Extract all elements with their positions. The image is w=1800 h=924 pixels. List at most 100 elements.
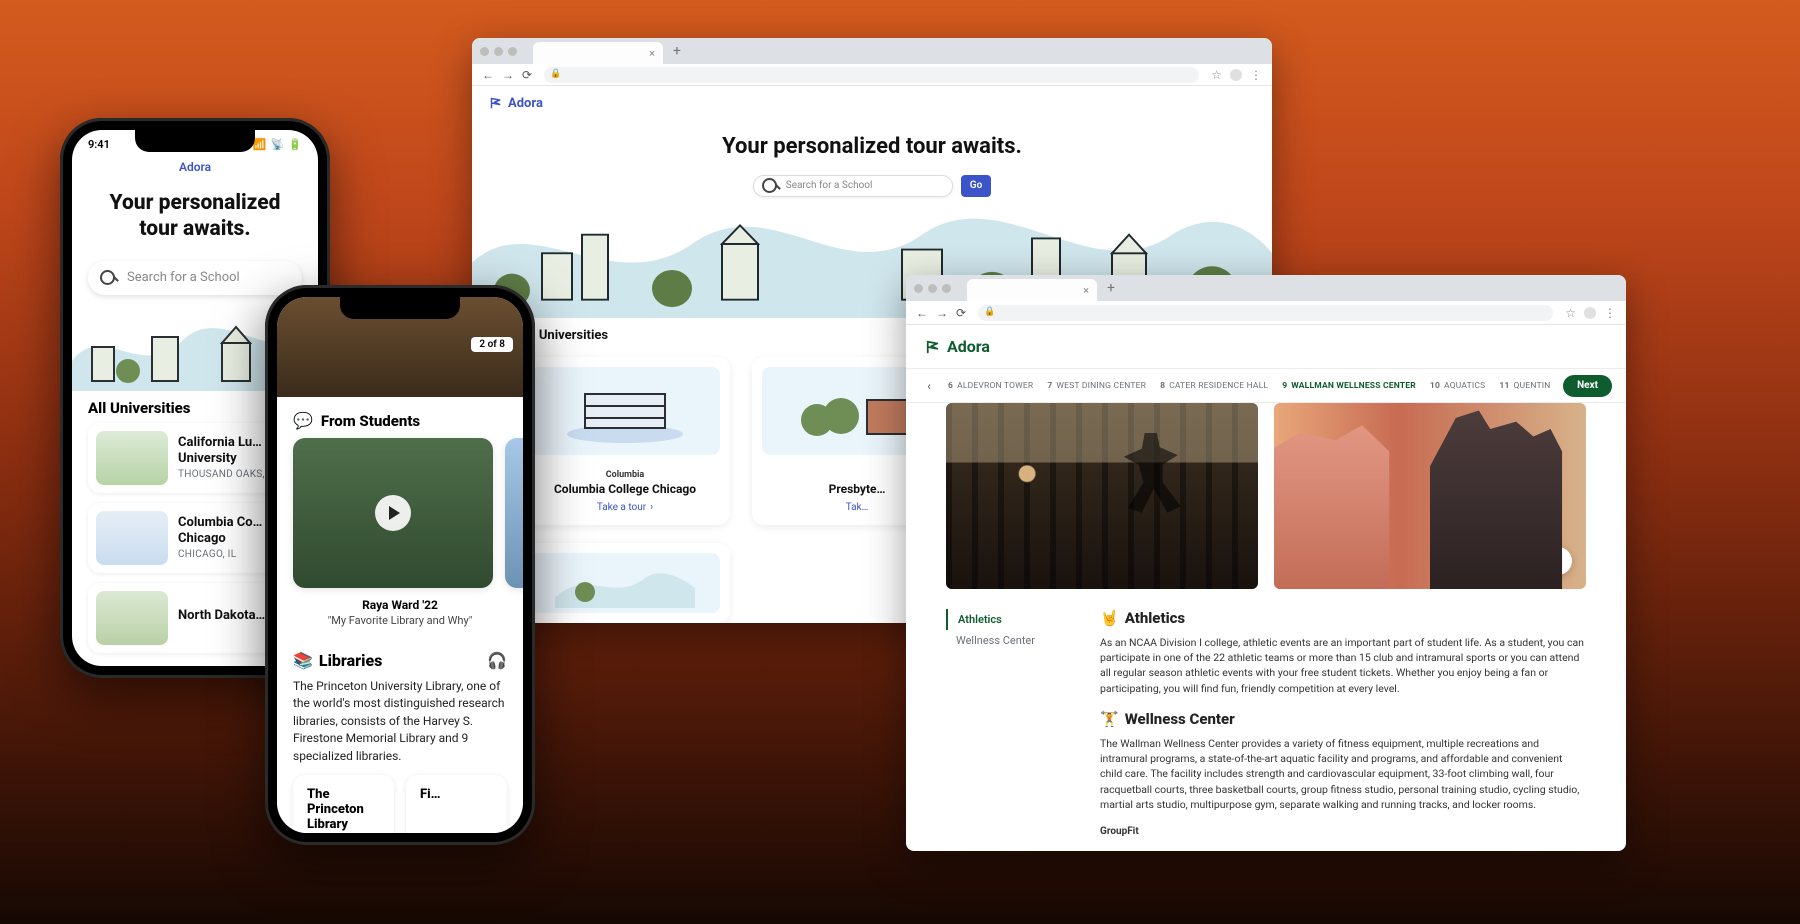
card-title: Fi…: [420, 787, 493, 802]
close-tab-icon[interactable]: ×: [1083, 284, 1089, 297]
window-traffic-lights[interactable]: [480, 47, 517, 56]
video-thumbnail[interactable]: [293, 438, 493, 588]
student-name: Raya Ward '22: [281, 598, 519, 612]
phone-mockup-detail: 2 of 8 💬 From Students Raya Ward '22 "My…: [265, 285, 535, 845]
browser-tab[interactable]: ×: [967, 279, 1097, 301]
photo-gym[interactable]: [946, 403, 1258, 589]
url-field[interactable]: 🔒: [978, 305, 1553, 321]
weightlifter-emoji-icon: 🏋️: [1100, 710, 1119, 728]
card-title: The Princeton Library System: [307, 787, 380, 833]
section-toc: AthleticsWellness Center: [946, 609, 1066, 837]
video-carousel[interactable]: [277, 438, 523, 588]
bookmark-icon[interactable]: ☆: [1211, 68, 1222, 82]
photo-fitness-class[interactable]: View Photos: [1274, 403, 1586, 589]
tour-stop-crumb[interactable]: 6ALDEVRON TOWER: [948, 381, 1033, 391]
video-title: "My Favorite Library and Why": [281, 614, 519, 627]
tour-stop-crumb[interactable]: 9WALLMAN WELLNESS CENTER: [1282, 381, 1416, 391]
bookmark-icon[interactable]: ☆: [1565, 306, 1576, 320]
student-video-card[interactable]: [293, 438, 493, 588]
video-thumbnail[interactable]: [505, 438, 523, 588]
close-tab-icon[interactable]: ×: [649, 47, 655, 60]
section-title: From Students: [321, 412, 420, 430]
battery-icon: 🔋: [288, 138, 302, 151]
student-video-card[interactable]: [505, 438, 523, 588]
university-card[interactable]: Columbia Columbia College Chicago Take a…: [520, 357, 730, 525]
chevron-left-icon[interactable]: ‹: [920, 379, 938, 393]
from-students-header: 💬 From Students: [277, 397, 523, 438]
more-menu-icon[interactable]: ⋮: [1250, 68, 1262, 82]
tour-stop-crumb[interactable]: 8CATER RESIDENCE HALL: [1160, 381, 1268, 391]
wifi-icon: 📡: [271, 138, 285, 151]
reload-icon[interactable]: ⟳: [956, 306, 966, 320]
university-illustration: [530, 367, 720, 455]
toc-item[interactable]: Wellness Center: [946, 630, 1066, 651]
section-heading-athletics: 🤘 Athletics: [1100, 609, 1586, 627]
more-menu-icon[interactable]: ⋮: [1604, 306, 1616, 320]
back-icon[interactable]: ←: [482, 68, 494, 82]
window-traffic-lights[interactable]: [914, 284, 951, 293]
signal-icon: 📶: [253, 138, 267, 151]
books-emoji-icon: 📚: [293, 651, 313, 670]
phone-notch: [340, 297, 460, 319]
photo-gallery: View Photos: [906, 403, 1626, 589]
flag-icon: [926, 340, 940, 354]
new-tab-button[interactable]: +: [669, 43, 685, 59]
profile-avatar[interactable]: [1584, 307, 1596, 319]
chat-bubble-icon: 💬: [293, 411, 313, 430]
subheading-groupfit: GroupFit: [1100, 826, 1586, 837]
search-icon: [100, 270, 119, 285]
phone-notch: [135, 130, 255, 152]
search-input[interactable]: Search for a School: [88, 261, 302, 295]
hero: Your personalized tour awaits.: [72, 174, 318, 255]
headphones-icon[interactable]: 🎧: [487, 651, 507, 670]
adora-logo[interactable]: Adora: [926, 337, 990, 356]
take-tour-link[interactable]: Take a tour›: [597, 502, 653, 513]
university-thumb: [96, 511, 168, 565]
tour-stop-crumb[interactable]: 11QUENTIN BURDICK BUILDING: [1499, 381, 1553, 391]
next-button[interactable]: Next: [1563, 375, 1612, 397]
section-content: 🤘 Athletics As an NCAA Division I colleg…: [1100, 609, 1586, 837]
view-photos-button[interactable]: View Photos: [1474, 547, 1572, 575]
site-header: Adora: [472, 86, 1272, 119]
section-body-athletics: As an NCAA Division I college, athletic …: [1100, 635, 1586, 696]
lock-icon: 🔒: [984, 307, 995, 317]
toc-item[interactable]: Athletics: [946, 609, 1066, 630]
browser-address-bar: ← → ⟳ 🔒 ☆ ⋮: [472, 64, 1272, 86]
play-icon[interactable]: [375, 495, 411, 531]
back-icon[interactable]: ←: [916, 306, 928, 320]
university-illustration: [530, 553, 720, 613]
horns-emoji-icon: 🤘: [1100, 609, 1119, 627]
new-tab-button[interactable]: +: [1103, 280, 1119, 296]
library-card[interactable]: The Princeton Library SystemThe Princeto…: [293, 775, 394, 833]
take-tour-link[interactable]: Tak…: [846, 502, 869, 513]
library-card[interactable]: Fi…: [406, 775, 507, 833]
university-brand: Columbia: [606, 470, 644, 480]
tour-stop-crumb[interactable]: 7WEST DINING CENTER: [1047, 381, 1146, 391]
url-field[interactable]: 🔒: [544, 67, 1199, 83]
flag-icon: [490, 97, 502, 109]
adora-logo[interactable]: Adora: [490, 96, 543, 111]
forward-icon[interactable]: →: [936, 306, 948, 320]
video-meta: Raya Ward '22 "My Favorite Library and W…: [277, 588, 523, 629]
chevron-right-icon: ›: [650, 502, 653, 513]
section-heading-wellness: 🏋️ Wellness Center: [1100, 710, 1586, 728]
university-thumb: [96, 431, 168, 485]
status-time: 9:41: [88, 138, 110, 151]
libraries-body: The Princeton University Library, one of…: [277, 676, 523, 775]
university-name: Columbia College Chicago: [554, 482, 696, 496]
libraries-header: 📚Libraries 🎧: [277, 629, 523, 676]
profile-avatar[interactable]: [1230, 69, 1242, 81]
browser-window-tour-detail: × + ← → ⟳ 🔒 ☆ ⋮ Adora ‹ 6ALDEVRON TOWER 7…: [906, 275, 1626, 851]
university-name: North Dakota…: [178, 608, 265, 624]
tour-stop-crumb[interactable]: 10AQUATICS: [1430, 381, 1486, 391]
university-thumb: [96, 591, 168, 645]
browser-tab[interactable]: ×: [533, 42, 663, 64]
section-body-wellness: The Wallman Wellness Center provides a v…: [1100, 736, 1586, 812]
forward-icon[interactable]: →: [502, 68, 514, 82]
university-card[interactable]: [520, 543, 730, 623]
hero-title: Your personalized tour awaits.: [472, 134, 1272, 159]
hero-title: Your personalized tour awaits.: [94, 190, 296, 243]
adora-logo[interactable]: Adora: [72, 160, 318, 174]
photo-count-badge: 2 of 8: [471, 337, 513, 352]
reload-icon[interactable]: ⟳: [522, 68, 532, 82]
